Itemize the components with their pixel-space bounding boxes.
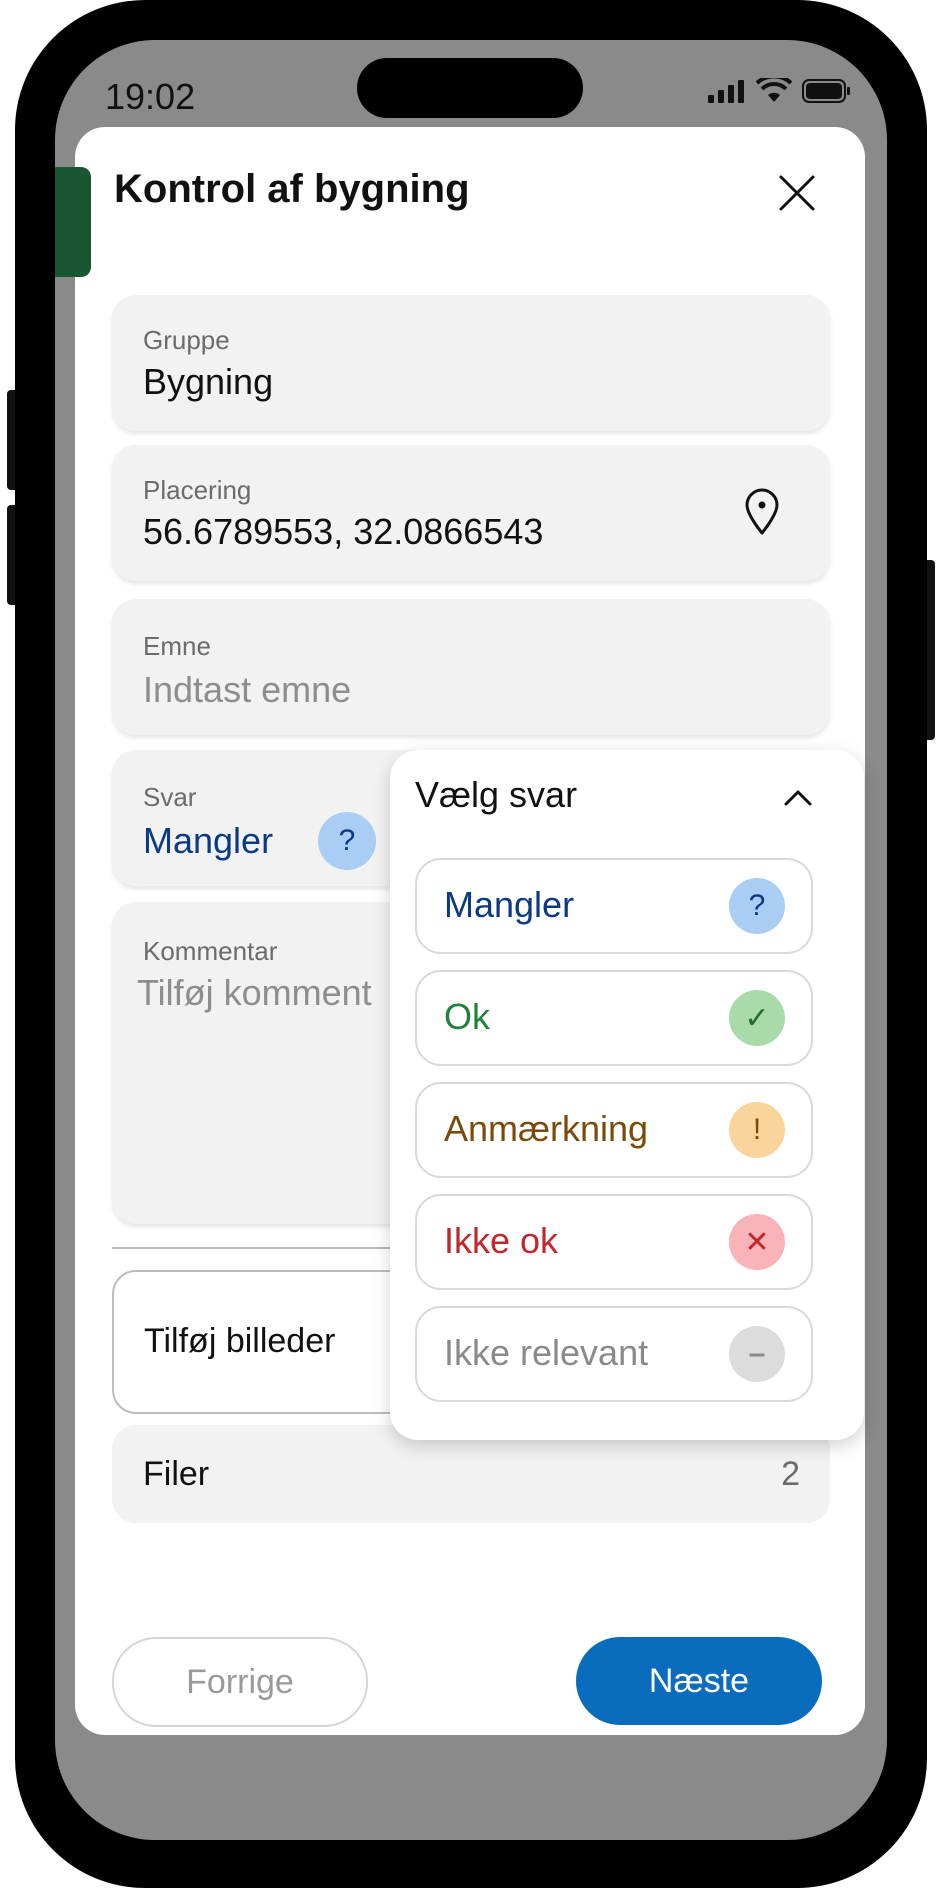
- option-ok[interactable]: Ok ✓: [415, 970, 813, 1066]
- checkmark-icon: ✓: [729, 990, 785, 1046]
- group-field[interactable]: Gruppe Bygning: [112, 295, 830, 431]
- dropdown-title: Vælg svar: [415, 774, 578, 815]
- question-badge-icon: ?: [318, 812, 376, 870]
- add-images-label: Tilføj billeder: [144, 1322, 336, 1360]
- option-label: Ikke ok: [444, 1220, 559, 1261]
- next-button[interactable]: Næste: [576, 1637, 822, 1725]
- option-label: Mangler: [444, 884, 575, 925]
- comment-placeholder: Tilføj komment: [137, 972, 372, 1013]
- option-anmaerkning[interactable]: Anmærkning !: [415, 1082, 813, 1178]
- page-title: Kontrol af bygning: [114, 167, 470, 211]
- exclamation-icon: !: [729, 1102, 785, 1158]
- option-ikke-ok[interactable]: Ikke ok ✕: [415, 1194, 813, 1290]
- wifi-icon: [756, 78, 792, 102]
- dynamic-island: [357, 58, 583, 118]
- subject-field[interactable]: Emne Indtast emne: [112, 599, 830, 735]
- location-pin-icon[interactable]: [742, 487, 782, 537]
- phone-screen: 19:02 Kontrol af bygning Gruppe Bygning …: [55, 40, 887, 1840]
- minus-icon: –: [729, 1326, 785, 1382]
- previous-button[interactable]: Forrige: [112, 1637, 368, 1727]
- phone-frame: 19:02 Kontrol af bygning Gruppe Bygning …: [15, 0, 927, 1888]
- option-label: Ikke relevant: [444, 1332, 649, 1373]
- inspection-sheet: Kontrol af bygning Gruppe Bygning Placer…: [55, 127, 865, 1735]
- answer-dropdown: Vælg svar Mangler ? Ok ✓ Anmærkning ! Ik…: [390, 750, 864, 1440]
- answer-value: Mangler: [143, 820, 274, 861]
- x-mark-icon: ✕: [729, 1214, 785, 1270]
- question-icon: ?: [729, 878, 785, 934]
- group-value: Bygning: [143, 361, 274, 402]
- option-label: Anmærkning: [444, 1108, 649, 1149]
- close-icon[interactable]: [775, 171, 819, 215]
- location-value: 56.6789553, 32.0866543: [143, 511, 544, 552]
- group-label: Gruppe: [143, 325, 230, 355]
- subject-placeholder: Indtast emne: [143, 669, 352, 710]
- signal-icon: [708, 80, 744, 103]
- option-ikke-relevant[interactable]: Ikke relevant –: [415, 1306, 813, 1402]
- answer-label: Svar: [143, 782, 197, 812]
- files-count: 2: [781, 1455, 800, 1493]
- location-label: Placering: [143, 475, 252, 505]
- files-label: Filer: [143, 1455, 210, 1493]
- subject-label: Emne: [143, 631, 211, 661]
- comment-label: Kommentar: [143, 936, 278, 966]
- chevron-up-icon[interactable]: [778, 778, 818, 818]
- accent-tab: [55, 167, 91, 277]
- status-time: 19:02: [105, 76, 196, 117]
- location-field[interactable]: Placering 56.6789553, 32.0866543: [112, 445, 830, 581]
- status-icons: [708, 78, 852, 104]
- option-mangler[interactable]: Mangler ?: [415, 858, 813, 954]
- battery-icon: [802, 79, 850, 103]
- option-label: Ok: [444, 996, 491, 1037]
